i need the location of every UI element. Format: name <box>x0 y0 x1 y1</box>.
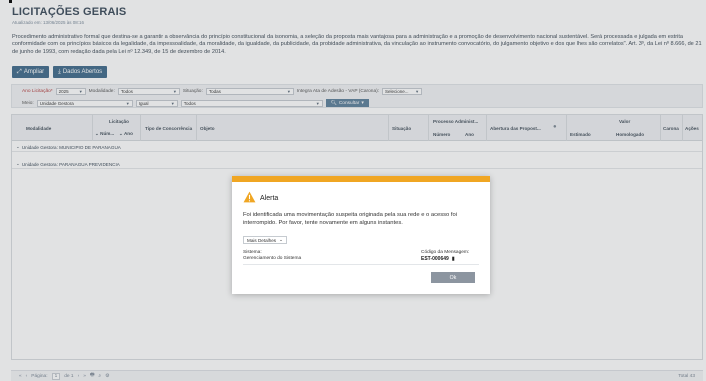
modal-title: Alerta <box>260 195 279 202</box>
system-label: Sistema: <box>243 250 262 255</box>
modal-divider <box>243 264 479 265</box>
ok-button[interactable]: Ok <box>431 272 475 283</box>
more-details-button[interactable]: Mais Detalhes ⌄ <box>243 236 287 244</box>
alert-modal: Alerta Foi identificada uma movimentação… <box>232 176 490 294</box>
modal-top-bar <box>232 176 490 182</box>
system-value: Gerenciamento do Sistema <box>243 256 302 261</box>
code-value: EST-000649 ▮ <box>421 256 455 262</box>
modal-message: Foi identificada uma movimentação suspei… <box>243 212 457 226</box>
warning-icon <box>243 191 256 203</box>
copy-icon[interactable]: ▮ <box>452 256 455 262</box>
more-details-label: Mais Detalhes <box>247 237 277 243</box>
code-label: Código da Mensagem: <box>421 250 470 255</box>
code-text: EST-000649 <box>421 256 449 262</box>
chevron-down-icon: ⌄ <box>279 237 283 242</box>
